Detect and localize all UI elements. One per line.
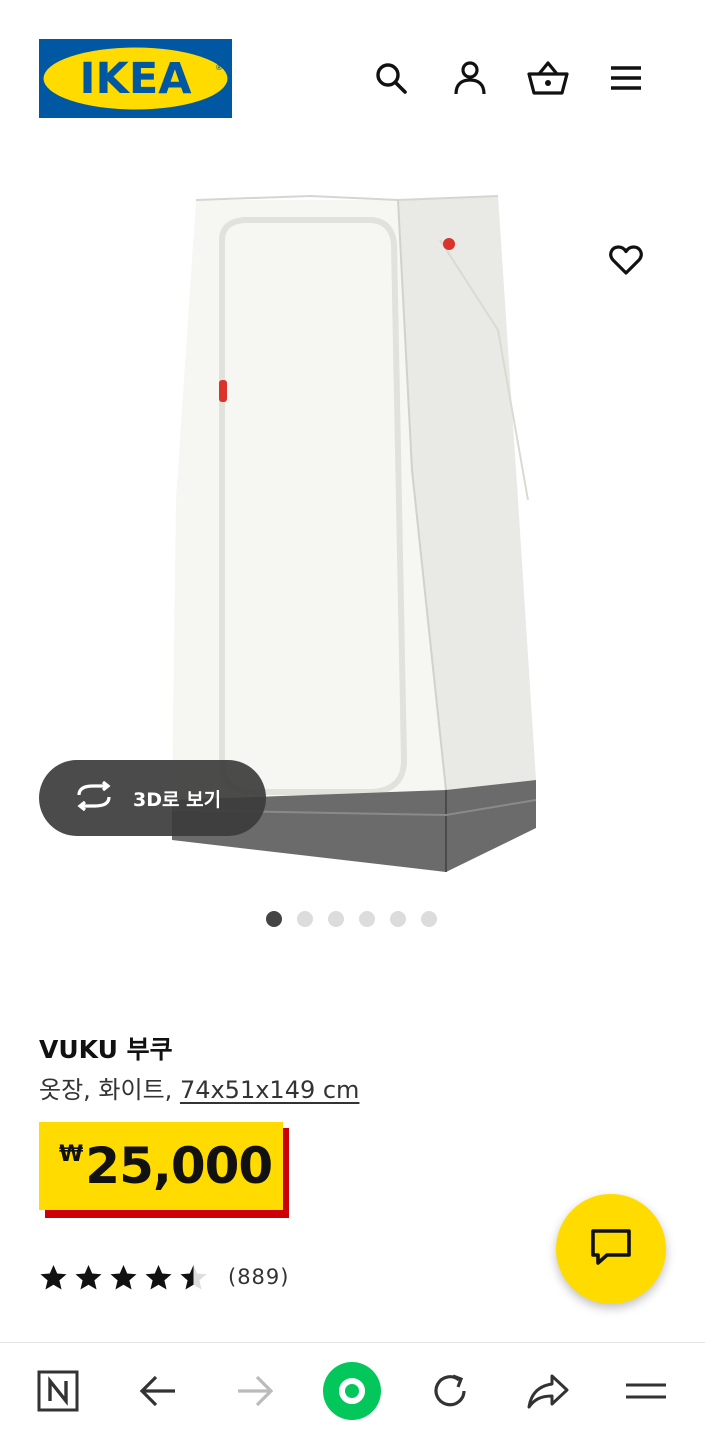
- cart-icon[interactable]: [526, 56, 570, 100]
- product-name: VUKU 부쿠: [39, 1035, 173, 1064]
- svg-text:®: ®: [215, 63, 223, 72]
- price-box: ₩ 25,000: [39, 1122, 283, 1210]
- carousel-dot[interactable]: [390, 911, 406, 927]
- home-green-circle-icon[interactable]: [322, 1361, 382, 1421]
- ikea-logo[interactable]: IKEA ®: [39, 39, 232, 118]
- rating-star-icon: [75, 1264, 102, 1289]
- carousel-dot[interactable]: [359, 911, 375, 927]
- menu-icon[interactable]: [604, 56, 648, 100]
- review-count[interactable]: (889): [228, 1265, 289, 1289]
- rating-star-icon: [145, 1264, 172, 1289]
- carousel-dot[interactable]: [266, 911, 282, 927]
- account-icon[interactable]: [448, 56, 492, 100]
- forward-arrow-icon[interactable]: [225, 1361, 285, 1421]
- currency-symbol: ₩: [59, 1142, 84, 1167]
- rating-star-icon: [110, 1264, 137, 1289]
- product-dimensions-link[interactable]: 74x51x149 cm: [180, 1076, 360, 1104]
- back-arrow-icon[interactable]: [128, 1361, 188, 1421]
- refresh-icon[interactable]: [420, 1361, 480, 1421]
- product-description: 옷장, 화이트, 74x51x149 cm: [39, 1070, 359, 1105]
- site-header: IKEA ®: [0, 0, 705, 150]
- search-icon[interactable]: [369, 56, 413, 100]
- rating-star-icon: [40, 1264, 67, 1289]
- rotate-3d-icon: [73, 780, 115, 816]
- product-rating[interactable]: (889): [39, 1262, 289, 1292]
- price-amount: 25,000: [85, 1137, 273, 1195]
- rating-stars: [39, 1263, 208, 1292]
- carousel-dots[interactable]: [266, 911, 437, 927]
- browser-toolbar: [0, 1342, 705, 1440]
- rating-star-icon: [180, 1264, 207, 1289]
- carousel-dot[interactable]: [421, 911, 437, 927]
- chat-button[interactable]: [556, 1194, 666, 1304]
- naver-n-icon[interactable]: [28, 1361, 88, 1421]
- carousel-dot[interactable]: [328, 911, 344, 927]
- carousel-dot[interactable]: [297, 911, 313, 927]
- wishlist-heart-icon[interactable]: [604, 238, 648, 282]
- share-icon[interactable]: [518, 1361, 578, 1421]
- view-3d-button[interactable]: 3D로 보기: [39, 760, 266, 836]
- chat-bubble-icon: [589, 1227, 633, 1272]
- product-type-color: 옷장, 화이트,: [39, 1076, 173, 1104]
- menu-lines-icon[interactable]: [616, 1361, 676, 1421]
- view-3d-label: 3D로 보기: [133, 788, 222, 811]
- price-tag: ₩ 25,000: [39, 1122, 289, 1218]
- logo-text: IKEA: [80, 54, 193, 104]
